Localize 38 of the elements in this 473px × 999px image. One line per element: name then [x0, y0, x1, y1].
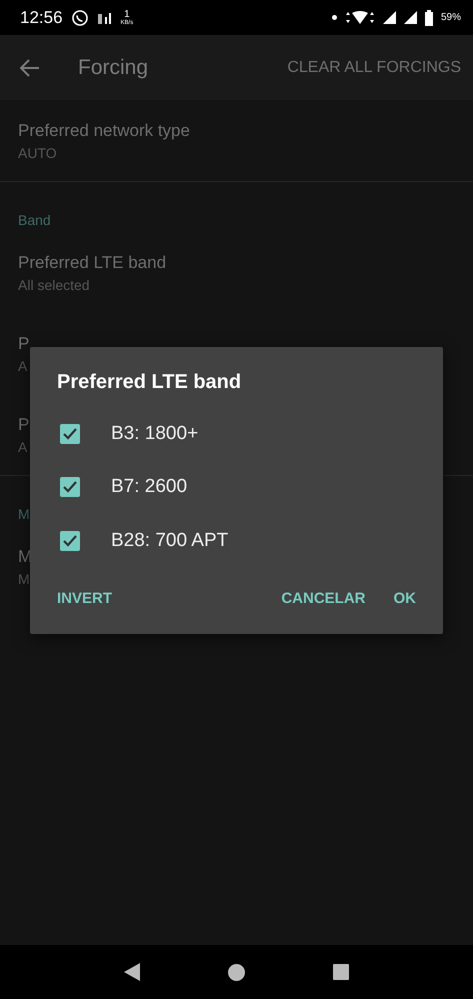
status-time: 12:56	[20, 8, 63, 28]
battery-icon	[424, 10, 433, 26]
home-icon[interactable]	[228, 964, 245, 980]
option-label: B28: 700 APT	[111, 530, 228, 552]
checkbox[interactable]	[60, 530, 80, 551]
preference-row[interactable]: Preferred network type AUTO	[0, 100, 473, 181]
chat-icon	[70, 8, 89, 26]
dialog-button[interactable]: OK	[384, 584, 425, 612]
battery-percent: 59%	[440, 12, 461, 23]
toolbar-title: Forcing	[78, 56, 150, 80]
checkbox[interactable]	[60, 477, 80, 498]
dialog-button[interactable]: INVERT	[48, 584, 122, 612]
dialog-title: Preferred LTE band	[57, 371, 242, 394]
preference-summary: M	[18, 570, 30, 586]
checkbox[interactable]	[60, 424, 80, 444]
back-icon[interactable]	[124, 963, 140, 981]
preference-title: P	[18, 334, 30, 354]
preference-summary: AUTO	[18, 144, 57, 160]
speed-value: 1	[124, 10, 130, 20]
back-arrow-icon[interactable]	[20, 58, 40, 76]
signal-icon	[404, 11, 417, 24]
dot-icon	[332, 15, 337, 20]
signal-icon	[382, 11, 396, 24]
preference-summary: A	[18, 358, 28, 374]
preference-title: Preferred LTE band	[18, 252, 166, 272]
preference-title: P	[18, 414, 30, 434]
signal-icon	[96, 10, 113, 24]
section-header: Band	[18, 212, 51, 228]
wifi-icon	[344, 10, 375, 24]
clear-all-forcings-button[interactable]: CLEAR ALL FORCINGS	[283, 54, 465, 80]
preference-summary: All selected	[18, 276, 90, 292]
preference-row[interactable]: Preferred LTE band All selected	[0, 232, 473, 313]
preference-title: Preferred network type	[18, 120, 190, 140]
dialog-button[interactable]: CANCELAR	[272, 584, 374, 612]
preference-summary: A	[18, 438, 28, 454]
section-header: M	[18, 506, 30, 522]
option-label: B7: 2600	[111, 476, 188, 498]
option-label: B3: 1800+	[111, 422, 198, 445]
